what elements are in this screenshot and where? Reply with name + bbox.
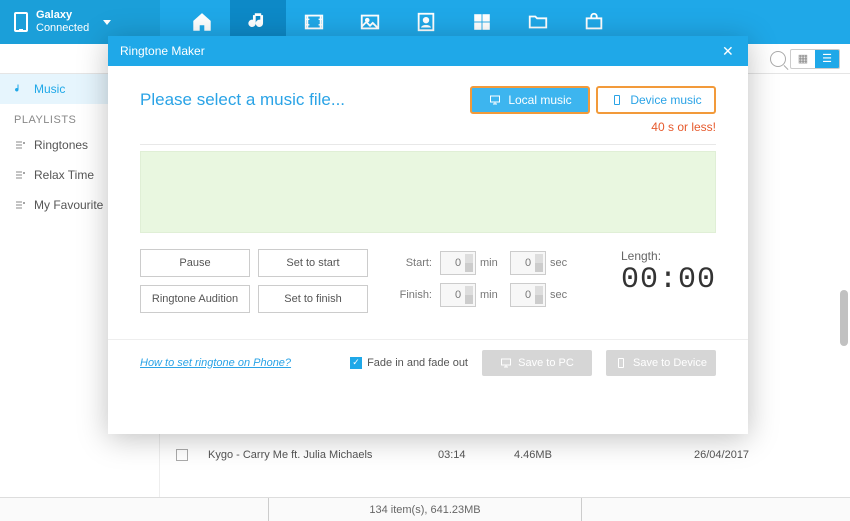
start-label: Start: (392, 257, 436, 269)
list-view-icon[interactable]: ☰ (815, 50, 839, 68)
phone-icon (615, 357, 627, 369)
monitor-icon (488, 94, 502, 106)
device-text: Galaxy Connected (36, 9, 89, 35)
sec-unit: sec (550, 257, 576, 269)
phone-icon (610, 94, 624, 106)
grid-view-icon[interactable]: ▦ (791, 50, 815, 68)
finish-label: Finish: (392, 289, 436, 301)
local-music-button[interactable]: Local music (470, 86, 590, 114)
monitor-icon (500, 357, 512, 369)
search-icon[interactable] (770, 51, 786, 67)
pause-button[interactable]: Pause (140, 249, 250, 277)
min-unit: min (480, 257, 506, 269)
status-summary: 134 item(s), 641.23MB (268, 498, 581, 521)
close-icon[interactable]: ✕ (722, 43, 736, 60)
save-to-pc-button[interactable]: Save to PC (482, 350, 592, 376)
scrollbar-thumb[interactable] (840, 290, 848, 346)
set-finish-button[interactable]: Set to finish (258, 285, 368, 313)
start-min-input[interactable]: 0 (440, 251, 476, 275)
length-label: Length: (621, 249, 716, 263)
cell-name: Kygo - Carry Me ft. Julia Michaels (208, 449, 418, 461)
music-note-icon (14, 83, 26, 95)
row-checkbox[interactable] (176, 449, 188, 461)
finish-sec-input[interactable]: 0 (510, 283, 546, 307)
save-to-device-button[interactable]: Save to Device (606, 350, 716, 376)
select-file-prompt: Please select a music file... (140, 90, 345, 110)
finish-min-input[interactable]: 0 (440, 283, 476, 307)
phone-icon (14, 12, 28, 32)
list-icon (14, 199, 26, 211)
sidebar-item-label: Relax Time (34, 168, 94, 182)
start-sec-input[interactable]: 0 (510, 251, 546, 275)
sidebar-item-label: Music (34, 82, 65, 96)
sidebar-item-label: Ringtones (34, 138, 88, 152)
list-icon (14, 139, 26, 151)
cell-duration: 03:14 (438, 449, 494, 461)
view-toggle[interactable]: ▦ ☰ (790, 49, 840, 69)
help-link[interactable]: How to set ringtone on Phone? (140, 357, 291, 369)
table-row[interactable]: Kygo - Carry Me ft. Julia Michaels 03:14… (160, 442, 830, 468)
sec-unit: sec (550, 289, 576, 301)
fade-checkbox[interactable]: ✓ Fade in and fade out (350, 357, 468, 369)
min-unit: min (480, 289, 506, 301)
set-start-button[interactable]: Set to start (258, 249, 368, 277)
cell-date: 26/04/2017 (694, 449, 749, 461)
length-value: 00:00 (621, 263, 716, 297)
audition-button[interactable]: Ringtone Audition (140, 285, 250, 313)
sidebar-item-label: My Favourite (34, 198, 103, 212)
list-icon (14, 169, 26, 181)
dialog-title: Ringtone Maker (120, 44, 205, 58)
check-icon: ✓ (350, 357, 362, 369)
ringtone-maker-dialog: Ringtone Maker ✕ Please select a music f… (108, 36, 748, 434)
chevron-down-icon (103, 20, 111, 25)
waveform-area[interactable] (140, 151, 716, 233)
cell-size: 4.46MB (514, 449, 674, 461)
device-music-button[interactable]: Device music (596, 86, 716, 114)
duration-limit: 40 s or less! (140, 120, 716, 134)
